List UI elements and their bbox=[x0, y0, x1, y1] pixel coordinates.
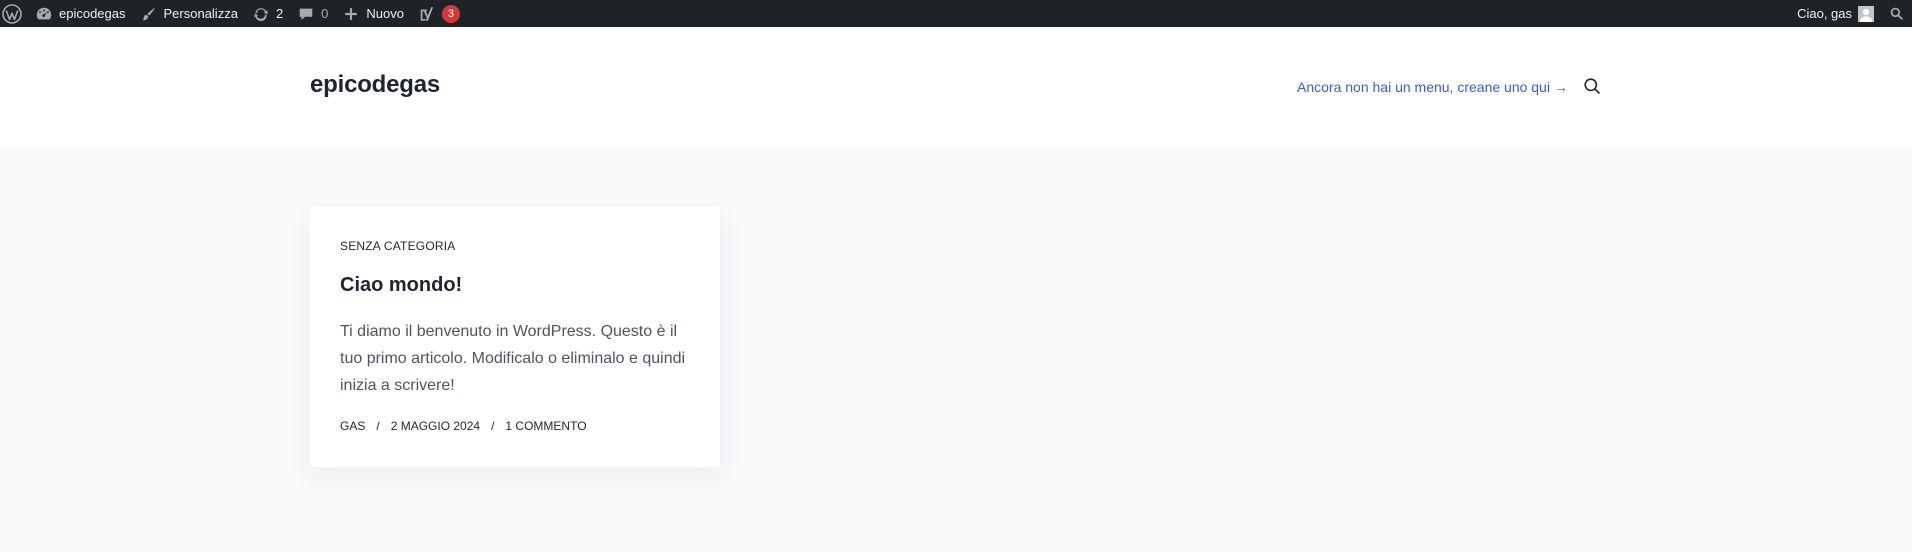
post-category[interactable]: Senza categoria bbox=[340, 239, 455, 253]
admin-bar-right: Ciao, gas bbox=[1790, 0, 1912, 27]
search-icon bbox=[1888, 5, 1906, 23]
post-card: Senza categoria Ciao mondo! Ti diamo il … bbox=[310, 207, 720, 467]
dashboard-icon bbox=[35, 5, 53, 23]
meta-separator: / bbox=[491, 419, 495, 433]
yoast-seo-menu[interactable]: 3 bbox=[411, 0, 467, 27]
post-comments[interactable]: 1 commento bbox=[505, 419, 586, 433]
paintbrush-icon bbox=[140, 5, 158, 23]
search-icon bbox=[1584, 78, 1600, 94]
yoast-notification-badge: 3 bbox=[441, 4, 460, 23]
updates-icon bbox=[252, 5, 270, 23]
avatar bbox=[1858, 5, 1874, 22]
post-date[interactable]: 2 maggio 2024 bbox=[391, 419, 480, 433]
admin-bar-left: epicodegas Personalizza 2 0 Nuovo 3 bbox=[0, 0, 467, 27]
wordpress-menu[interactable] bbox=[0, 0, 28, 27]
post-meta: gas / 2 maggio 2024 / 1 commento bbox=[340, 419, 587, 433]
wordpress-icon bbox=[2, 3, 22, 24]
site-title[interactable]: epicodegas bbox=[310, 71, 440, 99]
comments-button[interactable]: 0 bbox=[290, 0, 335, 27]
greeting-label: Ciao, gas bbox=[1797, 6, 1852, 21]
new-content-label: Nuovo bbox=[366, 6, 404, 21]
customize-label: Personalizza bbox=[163, 6, 238, 21]
site-name-label: epicodegas bbox=[59, 6, 126, 21]
meta-separator: / bbox=[376, 419, 380, 433]
comment-icon bbox=[297, 5, 315, 23]
comments-count: 0 bbox=[321, 6, 329, 21]
updates-button[interactable]: 2 bbox=[245, 0, 290, 27]
site-name-menu[interactable]: epicodegas bbox=[28, 0, 133, 27]
site-header: epicodegas Ancora non hai un menu, crean… bbox=[0, 27, 1912, 148]
admin-bar-search-button[interactable] bbox=[1881, 0, 1912, 27]
admin-bar: epicodegas Personalizza 2 0 Nuovo 3 Ciao… bbox=[0, 0, 1912, 27]
post-author[interactable]: gas bbox=[340, 419, 365, 433]
new-content-button[interactable]: Nuovo bbox=[335, 0, 411, 27]
header-search-button[interactable] bbox=[1583, 77, 1601, 95]
create-menu-link[interactable]: Ancora non hai un menu, creane uno qui → bbox=[1297, 79, 1568, 95]
post-excerpt: Ti diamo il benvenuto in WordPress. Ques… bbox=[340, 323, 686, 394]
yoast-icon bbox=[418, 5, 436, 23]
post-title[interactable]: Ciao mondo! bbox=[340, 274, 462, 297]
customize-button[interactable]: Personalizza bbox=[133, 0, 245, 27]
updates-count: 2 bbox=[275, 6, 284, 21]
my-account-menu[interactable]: Ciao, gas bbox=[1790, 0, 1881, 27]
plus-icon bbox=[342, 5, 360, 23]
